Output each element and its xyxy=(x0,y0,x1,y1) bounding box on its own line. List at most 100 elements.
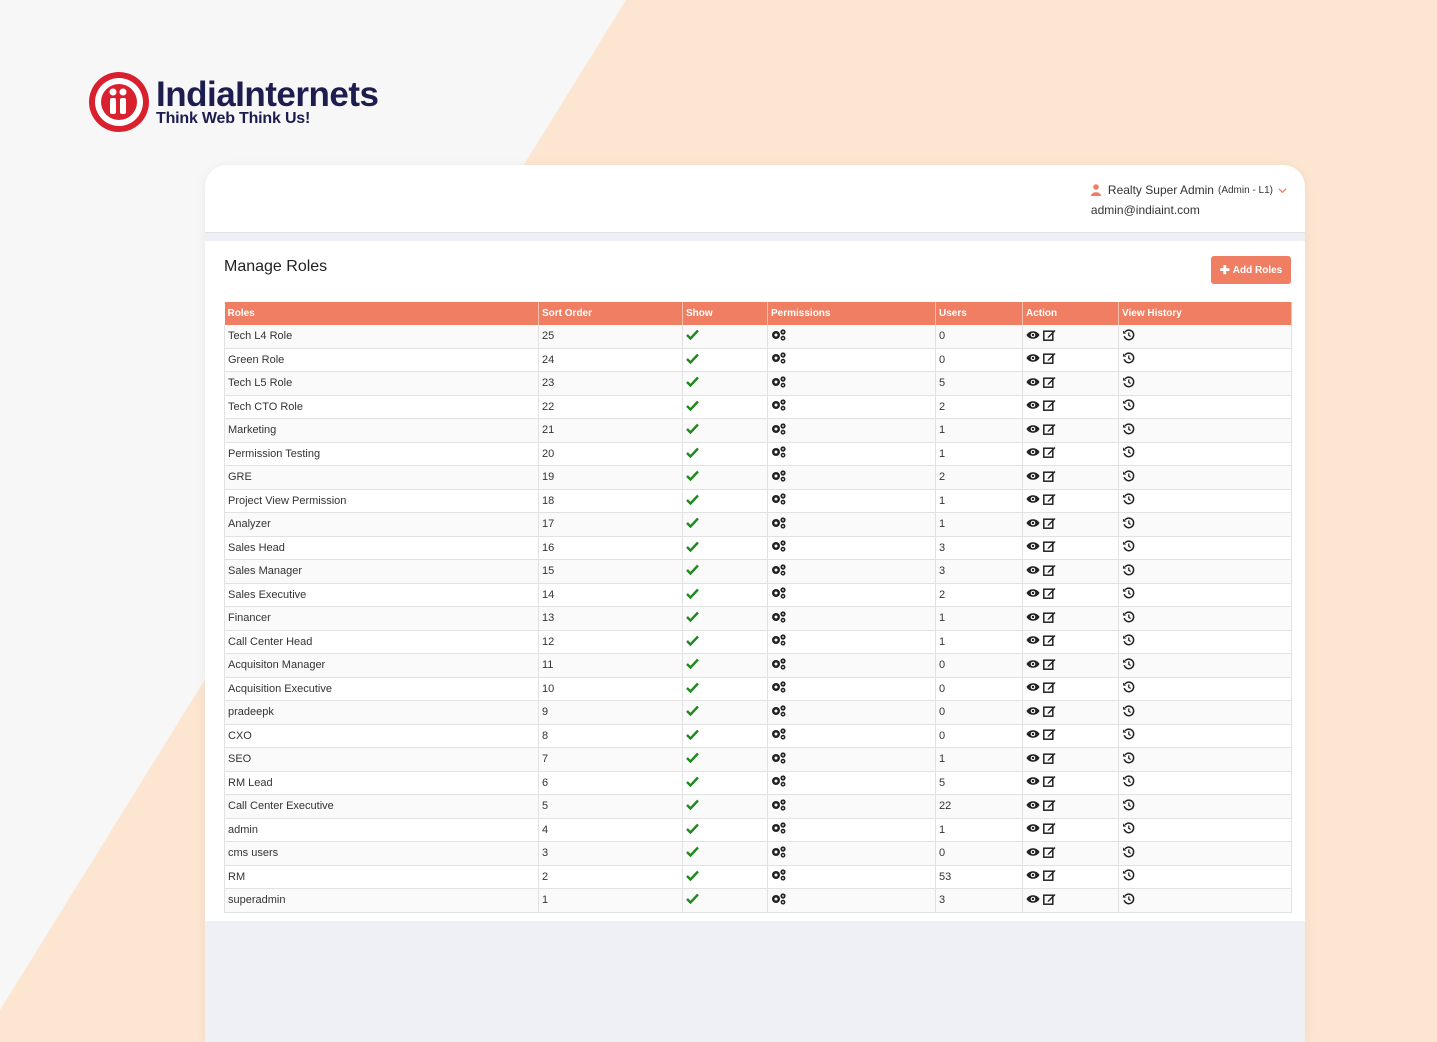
history-icon[interactable] xyxy=(1122,822,1135,837)
permissions-gears-icon[interactable] xyxy=(771,399,787,414)
view-eye-icon[interactable] xyxy=(1026,377,1040,390)
view-eye-icon[interactable] xyxy=(1026,706,1040,719)
permissions-gears-icon[interactable] xyxy=(771,423,787,438)
history-icon[interactable] xyxy=(1122,869,1135,884)
user-menu[interactable]: Realty Super Admin (Admin - L1) admin@in… xyxy=(1090,183,1287,217)
permissions-gears-icon[interactable] xyxy=(771,681,787,696)
history-icon[interactable] xyxy=(1122,540,1135,555)
permissions-gears-icon[interactable] xyxy=(771,517,787,532)
header-permissions[interactable]: Permissions xyxy=(767,302,936,325)
history-icon[interactable] xyxy=(1122,587,1135,602)
permissions-gears-icon[interactable] xyxy=(771,587,787,602)
permissions-gears-icon[interactable] xyxy=(771,470,787,485)
history-icon[interactable] xyxy=(1122,893,1135,908)
history-icon[interactable] xyxy=(1122,752,1135,767)
header-view-history[interactable]: View History xyxy=(1118,302,1292,325)
edit-icon[interactable] xyxy=(1043,399,1056,414)
view-eye-icon[interactable] xyxy=(1026,729,1040,742)
edit-icon[interactable] xyxy=(1043,517,1056,532)
permissions-gears-icon[interactable] xyxy=(771,352,787,367)
history-icon[interactable] xyxy=(1122,517,1135,532)
permissions-gears-icon[interactable] xyxy=(771,658,787,673)
history-icon[interactable] xyxy=(1122,681,1135,696)
edit-icon[interactable] xyxy=(1043,329,1056,344)
view-eye-icon[interactable] xyxy=(1026,353,1040,366)
edit-icon[interactable] xyxy=(1043,728,1056,743)
edit-icon[interactable] xyxy=(1043,705,1056,720)
edit-icon[interactable] xyxy=(1043,869,1056,884)
view-eye-icon[interactable] xyxy=(1026,541,1040,554)
history-icon[interactable] xyxy=(1122,846,1135,861)
permissions-gears-icon[interactable] xyxy=(771,869,787,884)
view-eye-icon[interactable] xyxy=(1026,330,1040,343)
view-eye-icon[interactable] xyxy=(1026,494,1040,507)
edit-icon[interactable] xyxy=(1043,822,1056,837)
edit-icon[interactable] xyxy=(1043,799,1056,814)
view-eye-icon[interactable] xyxy=(1026,588,1040,601)
view-eye-icon[interactable] xyxy=(1026,635,1040,648)
history-icon[interactable] xyxy=(1122,376,1135,391)
history-icon[interactable] xyxy=(1122,728,1135,743)
permissions-gears-icon[interactable] xyxy=(771,846,787,861)
permissions-gears-icon[interactable] xyxy=(771,446,787,461)
edit-icon[interactable] xyxy=(1043,611,1056,626)
permissions-gears-icon[interactable] xyxy=(771,752,787,767)
header-action[interactable]: Action xyxy=(1022,302,1119,325)
permissions-gears-icon[interactable] xyxy=(771,799,787,814)
view-eye-icon[interactable] xyxy=(1026,823,1040,836)
edit-icon[interactable] xyxy=(1043,681,1056,696)
edit-icon[interactable] xyxy=(1043,493,1056,508)
permissions-gears-icon[interactable] xyxy=(771,564,787,579)
edit-icon[interactable] xyxy=(1043,846,1056,861)
edit-icon[interactable] xyxy=(1043,470,1056,485)
edit-icon[interactable] xyxy=(1043,634,1056,649)
edit-icon[interactable] xyxy=(1043,540,1056,555)
history-icon[interactable] xyxy=(1122,634,1135,649)
history-icon[interactable] xyxy=(1122,423,1135,438)
view-eye-icon[interactable] xyxy=(1026,471,1040,484)
view-eye-icon[interactable] xyxy=(1026,400,1040,413)
permissions-gears-icon[interactable] xyxy=(771,705,787,720)
view-eye-icon[interactable] xyxy=(1026,659,1040,672)
edit-icon[interactable] xyxy=(1043,446,1056,461)
history-icon[interactable] xyxy=(1122,775,1135,790)
permissions-gears-icon[interactable] xyxy=(771,493,787,508)
view-eye-icon[interactable] xyxy=(1026,565,1040,578)
view-eye-icon[interactable] xyxy=(1026,424,1040,437)
history-icon[interactable] xyxy=(1122,493,1135,508)
history-icon[interactable] xyxy=(1122,399,1135,414)
view-eye-icon[interactable] xyxy=(1026,612,1040,625)
permissions-gears-icon[interactable] xyxy=(771,611,787,626)
view-eye-icon[interactable] xyxy=(1026,753,1040,766)
history-icon[interactable] xyxy=(1122,329,1135,344)
history-icon[interactable] xyxy=(1122,658,1135,673)
history-icon[interactable] xyxy=(1122,705,1135,720)
history-icon[interactable] xyxy=(1122,611,1135,626)
view-eye-icon[interactable] xyxy=(1026,776,1040,789)
history-icon[interactable] xyxy=(1122,446,1135,461)
permissions-gears-icon[interactable] xyxy=(771,540,787,555)
view-eye-icon[interactable] xyxy=(1026,447,1040,460)
header-roles[interactable]: Roles xyxy=(224,302,539,325)
view-eye-icon[interactable] xyxy=(1026,894,1040,907)
permissions-gears-icon[interactable] xyxy=(771,376,787,391)
history-icon[interactable] xyxy=(1122,352,1135,367)
add-roles-button[interactable]: ✚ Add Roles xyxy=(1211,256,1291,284)
view-eye-icon[interactable] xyxy=(1026,518,1040,531)
edit-icon[interactable] xyxy=(1043,564,1056,579)
edit-icon[interactable] xyxy=(1043,587,1056,602)
edit-icon[interactable] xyxy=(1043,352,1056,367)
view-eye-icon[interactable] xyxy=(1026,682,1040,695)
edit-icon[interactable] xyxy=(1043,658,1056,673)
view-eye-icon[interactable] xyxy=(1026,870,1040,883)
view-eye-icon[interactable] xyxy=(1026,847,1040,860)
permissions-gears-icon[interactable] xyxy=(771,775,787,790)
edit-icon[interactable] xyxy=(1043,423,1056,438)
edit-icon[interactable] xyxy=(1043,775,1056,790)
history-icon[interactable] xyxy=(1122,470,1135,485)
edit-icon[interactable] xyxy=(1043,752,1056,767)
chevron-down-icon[interactable] xyxy=(1278,186,1287,195)
header-show[interactable]: Show xyxy=(682,302,768,325)
permissions-gears-icon[interactable] xyxy=(771,728,787,743)
permissions-gears-icon[interactable] xyxy=(771,634,787,649)
